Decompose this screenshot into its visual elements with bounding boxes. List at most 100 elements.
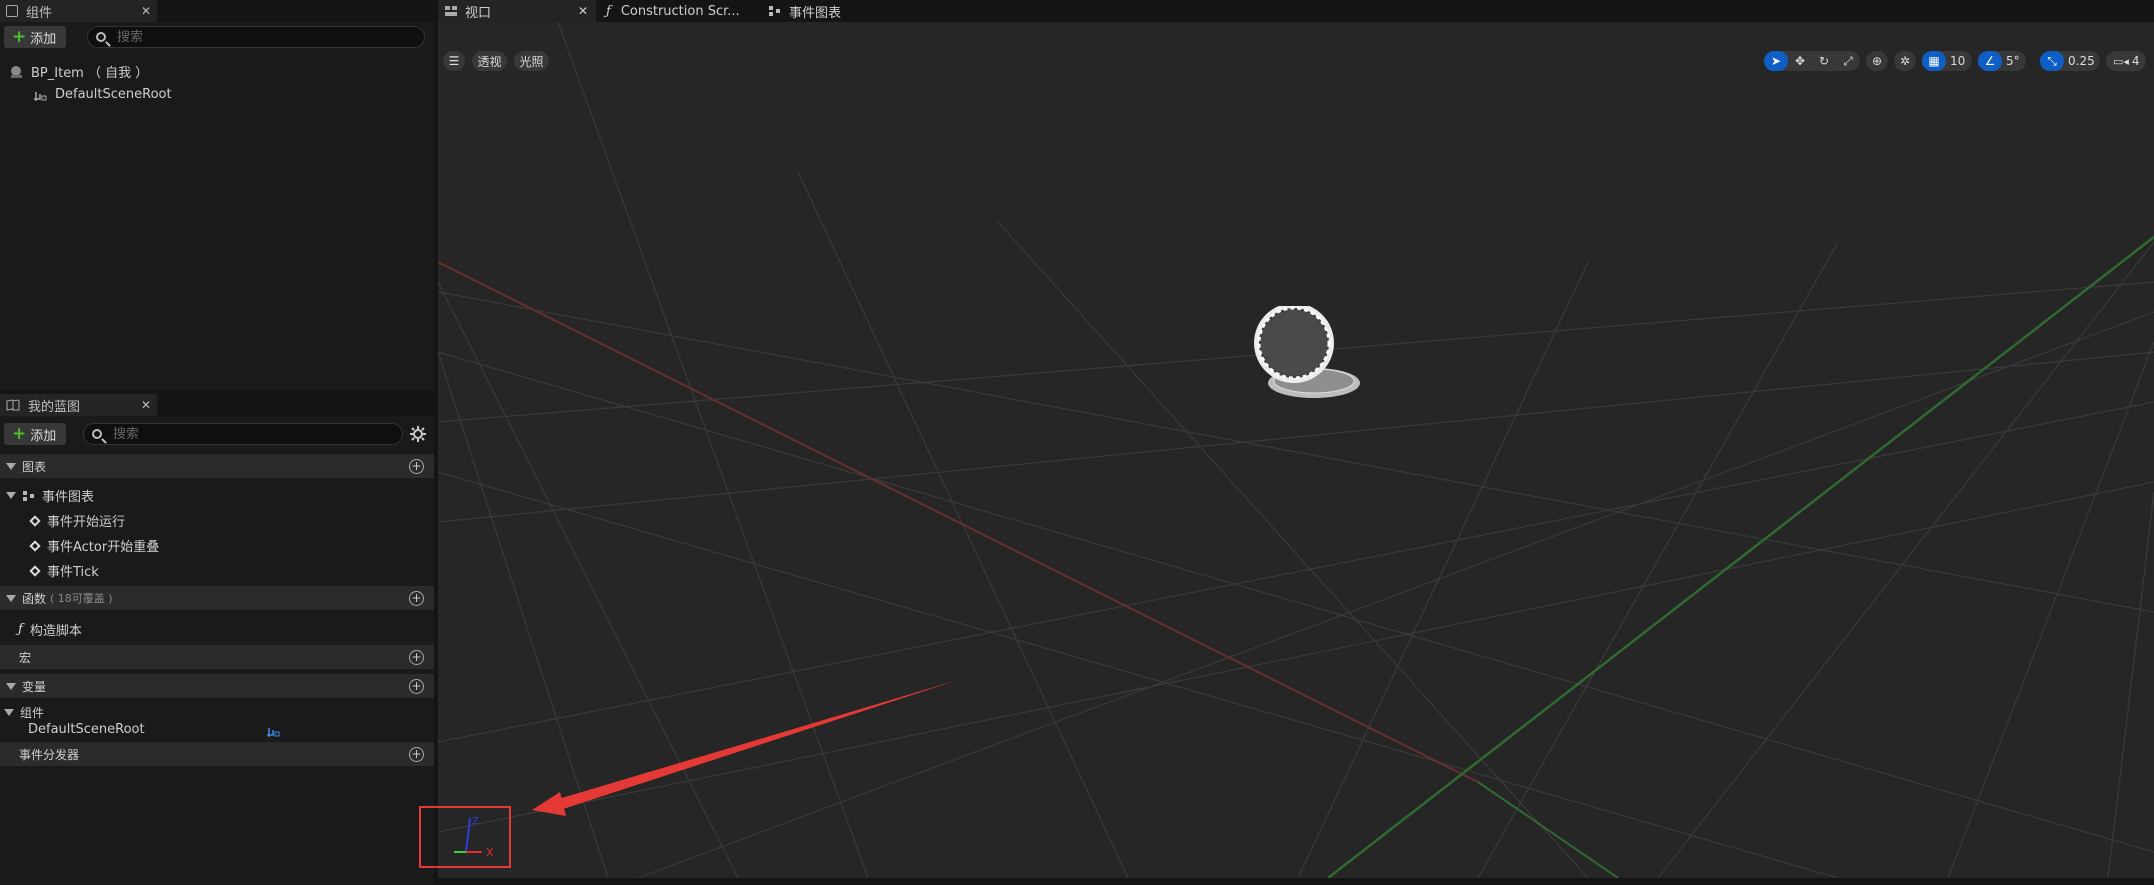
world-icon: ⊕ [1871,54,1883,68]
grid-snap-control[interactable]: ▦ 10 [1922,51,1972,71]
select-tool-icon[interactable]: ➤ [1764,51,1788,71]
blueprint-search[interactable] [83,423,403,445]
event-diamond-icon [29,514,41,527]
event-item[interactable]: 事件开始运行 [29,511,125,530]
tree-item-default-scene-root[interactable]: DefaultSceneRoot [33,87,172,102]
category-label: 组件 [20,706,45,720]
close-icon[interactable]: ✕ [141,4,151,18]
camera-speed-value: 4 [2131,54,2140,68]
construction-script-item[interactable]: ƒ 构造脚本 [18,620,82,639]
section-macros[interactable]: 宏 + [0,645,434,669]
tab-label: 视口 [465,5,492,21]
grid-green-line [1477,781,1619,878]
variable-label: DefaultSceneRoot [28,722,145,737]
search-icon [96,32,106,42]
graph-icon [23,490,34,501]
world-space-button[interactable]: ⊕ [1866,51,1888,71]
add-dispatcher-icon[interactable]: + [409,746,424,762]
section-graphs[interactable]: 图表 + [0,454,434,478]
components-search[interactable] [87,26,425,48]
scale-tool-icon[interactable]: ⤢ [1836,51,1860,71]
grid-snap-icon: ▦ [1922,51,1946,71]
z-axis-line [465,817,471,853]
editor-tabbar: 视口 ✕ ƒ Construction Scr... 事件图表 [438,0,2154,22]
scene-component-icon [34,91,47,101]
event-graph-item[interactable]: 事件图表 [6,486,94,505]
tree-item-label: DefaultSceneRoot [55,87,172,102]
tab-event-graph[interactable]: 事件图表 [768,0,841,22]
event-label: 事件Actor开始重叠 [47,540,160,555]
book-icon [6,399,20,411]
function-icon: ƒ [18,622,23,637]
event-item[interactable]: 事件Actor开始重叠 [29,536,160,555]
collapse-icon [6,594,16,602]
section-title: 变量 [22,679,47,694]
blueprint-search-input[interactable] [111,425,402,443]
tab-label: Construction Scr... [620,3,740,19]
scale-snap-value: 0.25 [2068,54,2095,68]
components-tab[interactable]: 组件 ✕ [0,0,157,22]
my-blueprint-tab-title: 我的蓝图 [28,399,81,415]
tree-item-bp-item[interactable]: BP_Item （ 自我 ） [9,62,148,81]
gear-icon[interactable] [409,425,427,443]
components-panel: + 添加 BP_Item （ 自我 ） DefaultSceneRoot [0,22,434,390]
event-item[interactable]: 事件Tick [29,561,99,580]
surface-snap-icon: ✲ [1899,54,1911,68]
perspective-button[interactable]: 透视 [472,51,507,71]
grid-floor [438,22,2154,878]
components-search-input[interactable] [115,28,424,46]
blueprint-add-button[interactable]: + 添加 [4,423,67,445]
tab-construction-script[interactable]: ƒ Construction Scr... [606,0,740,22]
add-macro-icon[interactable]: + [409,649,424,665]
viewport-icon [445,6,457,16]
scene-root-sphere-icon [1254,306,1360,398]
variable-default-scene-root[interactable]: DefaultSceneRoot [28,722,145,737]
viewport[interactable]: ☰ 透视 光照 ➤ ✥ ↻ ⤢ ⊕ ✲ ▦ 10 ∠ 5° ⤡ 0.25 ▭◂ … [438,22,2154,878]
variable-category-components[interactable]: 组件 [4,704,44,721]
section-title: 函数 [22,591,47,606]
rotate-tool-icon[interactable]: ↻ [1812,51,1836,71]
rotation-snap-control[interactable]: ∠ 5° [1978,51,2026,71]
perspective-label: 透视 [477,54,502,69]
x-axis-label: X [486,846,494,859]
section-functions[interactable]: 函数 ( 18可覆盖 ) + [0,586,434,610]
section-variables[interactable]: 变量 + [0,674,434,698]
event-diamond-icon [29,539,41,552]
plus-icon: + [12,26,27,47]
actor-icon [11,65,22,78]
add-variable-icon[interactable]: + [409,678,424,694]
my-blueprint-tab[interactable]: 我的蓝图 ✕ [0,394,157,416]
section-dispatchers[interactable]: 事件分发器 + [0,742,434,766]
surface-snap-button[interactable]: ✲ [1894,51,1916,71]
add-button-label: 添加 [30,428,57,444]
components-add-button[interactable]: + 添加 [4,26,67,48]
camera-speed-control[interactable]: ▭◂ 4 [2106,51,2146,71]
close-icon[interactable]: ✕ [141,398,151,412]
graph-icon [769,6,780,16]
translate-tool-icon[interactable]: ✥ [1788,51,1812,71]
tab-viewport[interactable]: 视口 ✕ [438,0,596,22]
tab-label: 事件图表 [789,5,842,21]
rotation-snap-value: 5° [2006,54,2020,68]
grid-snap-value: 10 [1950,54,1966,68]
viewport-menu-button[interactable]: ☰ [443,51,465,71]
add-graph-icon[interactable]: + [409,458,424,474]
collapse-icon [4,709,14,716]
scale-snap-icon: ⤡ [2040,51,2064,71]
section-title: 图表 [22,459,47,474]
close-icon[interactable]: ✕ [578,4,588,18]
function-label: 构造脚本 [29,624,82,639]
components-tab-title: 组件 [26,5,53,21]
functions-override-count: ( 18可覆盖 ) [50,592,113,605]
my-blueprint-panel: + 添加 图表 + 事件图表 事件开始运行 事件Actor开始重叠 事件Tick… [0,416,434,885]
section-title: 宏 [19,650,32,665]
lighting-button[interactable]: 光照 [514,51,549,71]
tree-item-label: BP_Item （ 自我 ） [31,66,149,81]
z-axis-label: Z [472,816,479,827]
camera-icon: ▭◂ [2113,54,2129,68]
scale-snap-control[interactable]: ⤡ 0.25 [2040,51,2100,71]
components-icon [6,5,18,17]
grid-lines [438,22,2154,878]
add-function-icon[interactable]: + [409,590,424,606]
lighting-label: 光照 [519,54,544,69]
